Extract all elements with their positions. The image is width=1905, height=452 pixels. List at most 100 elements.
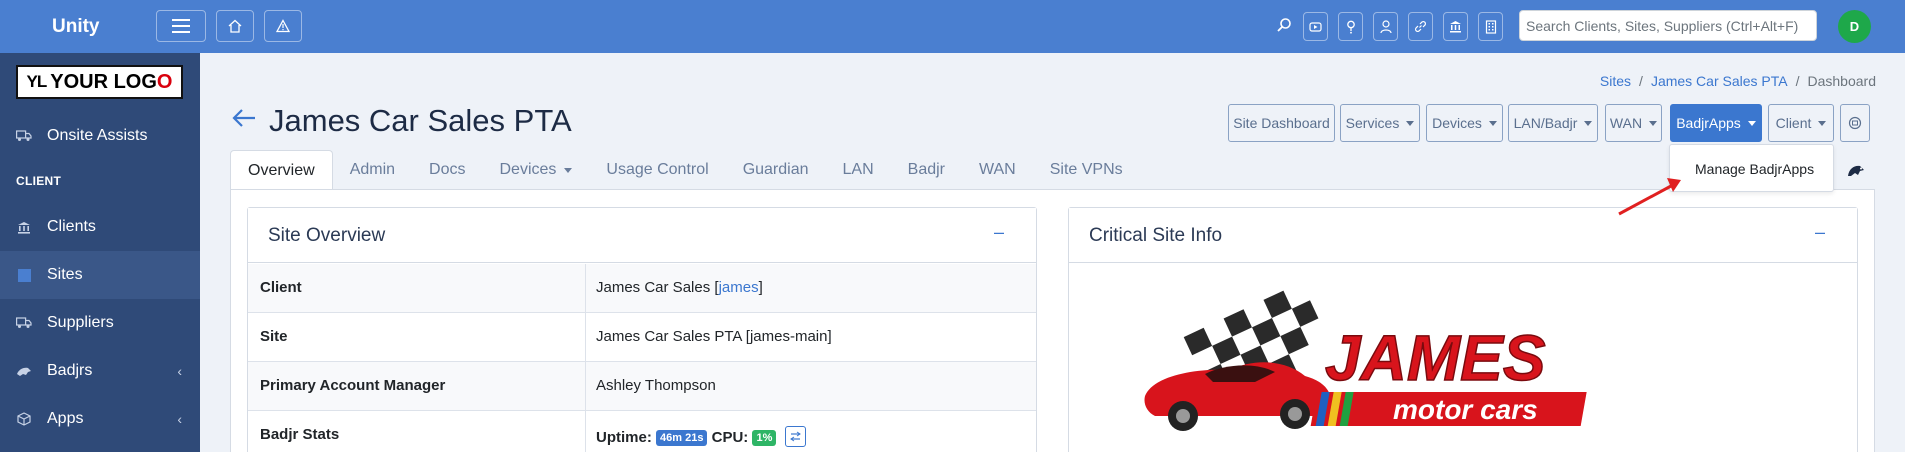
tab-overview[interactable]: Overview [230, 150, 333, 190]
button-label: Devices [1432, 115, 1482, 131]
sidebar-item-suppliers[interactable]: Suppliers [0, 299, 200, 347]
tab-label: Guardian [742, 161, 809, 178]
sidebar-item-clients[interactable]: Clients [0, 203, 200, 251]
print-button[interactable] [1840, 104, 1870, 142]
minimize-button[interactable]: – [994, 222, 1004, 243]
profile-button[interactable] [1373, 12, 1398, 41]
truck-icon [15, 317, 33, 329]
site-tabs: Overview Admin Docs Devices Usage Contro… [230, 150, 1140, 190]
video-button[interactable] [1303, 12, 1328, 41]
breadcrumb-sites[interactable]: Sites [1600, 73, 1631, 89]
home-icon [228, 19, 242, 33]
account-manager-link[interactable]: Ashley Thompson [596, 377, 716, 394]
logo-mark: YL [26, 72, 48, 91]
badjrapps-dropdown-menu: Manage BadjrApps [1669, 144, 1834, 192]
devices-dropdown-button[interactable]: Devices [1426, 104, 1503, 142]
logo-text-accent: O [156, 70, 173, 93]
tab-label: WAN [979, 161, 1016, 178]
site-logo-image: JAMES motor cars [1135, 282, 1615, 448]
logo-wordmark: JAMES [1325, 322, 1546, 394]
logo-subtitle: motor cars [1393, 394, 1538, 425]
printer-icon [1848, 116, 1862, 130]
menu-item-manage-badjrapps[interactable]: Manage BadjrApps [1695, 161, 1814, 177]
breadcrumb-site[interactable]: James Car Sales PTA [1651, 73, 1788, 89]
cpu-badge: 1% [752, 430, 777, 446]
sidebar-item-label: Suppliers [47, 314, 114, 331]
tab-admin[interactable]: Admin [333, 150, 412, 190]
help-button[interactable] [1338, 12, 1363, 41]
client-dropdown-button[interactable]: Client [1768, 104, 1834, 142]
sidebar-item-onsite-assists[interactable]: Onsite Assists [0, 112, 200, 160]
breadcrumb: Sites / James Car Sales PTA / Dashboard [1600, 73, 1876, 89]
cube-icon [15, 412, 33, 426]
wan-dropdown-button[interactable]: WAN [1605, 104, 1662, 142]
menu-toggle-button[interactable] [156, 10, 206, 42]
sidebar: YL YOUR LOG O Onsite Assists CLIENT Clien… [0, 53, 200, 452]
breadcrumb-current: Dashboard [1807, 73, 1877, 89]
sidebar-item-sites[interactable]: Sites [0, 251, 200, 299]
caret-down-icon [1747, 120, 1756, 126]
user-icon [1379, 19, 1392, 33]
breadcrumb-separator: / [1639, 73, 1643, 89]
sidebar-section-heading: CLIENT [16, 174, 62, 188]
tab-wan[interactable]: WAN [962, 150, 1033, 190]
tab-lan[interactable]: LAN [826, 150, 891, 190]
search-toggle[interactable] [1276, 17, 1292, 37]
site-overview-card: Site Overview – Client James Car Sales [… [247, 207, 1037, 452]
button-label: WAN [1609, 115, 1643, 131]
caret-down-icon [1584, 120, 1593, 126]
badger-icon[interactable] [1846, 162, 1866, 182]
button-label: LAN/Badjr [1513, 115, 1578, 131]
row-value: Uptime: 46m 21s CPU: 1% [596, 426, 806, 447]
chevron-left-icon: ‹ [177, 411, 182, 427]
back-button[interactable] [231, 108, 257, 132]
table-row: Badjr Stats Uptime: 46m 21s CPU: 1% [248, 411, 1036, 452]
tab-docs[interactable]: Docs [412, 150, 482, 190]
button-label: Client [1775, 115, 1812, 131]
chevron-left-icon: ‹ [177, 363, 182, 379]
card-header: Site Overview – [248, 208, 1036, 263]
links-button[interactable] [1408, 12, 1433, 41]
lan-badjr-dropdown-button[interactable]: LAN/Badjr [1508, 104, 1598, 142]
tab-usage-control[interactable]: Usage Control [589, 150, 725, 190]
page-title: James Car Sales PTA [269, 103, 572, 138]
global-search-input[interactable] [1519, 10, 1817, 41]
sliders-icon [789, 431, 801, 442]
link-icon [1415, 21, 1426, 32]
institution-button[interactable] [1443, 12, 1468, 41]
stats-toggle-button[interactable] [784, 426, 806, 447]
sidebar-item-badjrs[interactable]: Badjrs ‹ [0, 347, 200, 395]
tab-badjr[interactable]: Badjr [891, 150, 962, 190]
alerts-button[interactable] [264, 10, 302, 42]
top-navbar: Unity D [0, 0, 1905, 53]
building-button[interactable] [1478, 12, 1503, 41]
truck-icon [15, 130, 33, 142]
cpu-label: CPU: [711, 429, 749, 446]
warning-icon [276, 19, 290, 33]
minimize-button[interactable]: – [1815, 222, 1825, 243]
badjrapps-dropdown-button[interactable]: BadjrApps [1670, 104, 1762, 142]
tab-label: Overview [248, 161, 315, 179]
sidebar-item-label: Onsite Assists [47, 127, 148, 144]
tab-devices[interactable]: Devices [483, 150, 590, 190]
site-dashboard-button[interactable]: Site Dashboard [1228, 104, 1335, 142]
annotation-arrow [1615, 178, 1685, 222]
tab-guardian[interactable]: Guardian [726, 150, 826, 190]
company-logo[interactable]: YL YOUR LOG O [16, 65, 183, 99]
user-avatar[interactable]: D [1838, 10, 1871, 43]
sidebar-item-label: Badjrs [47, 362, 93, 379]
tab-site-vpns[interactable]: Site VPNs [1033, 150, 1140, 190]
tab-label: Site VPNs [1049, 161, 1123, 178]
client-name: James Car Sales [596, 279, 711, 296]
breadcrumb-separator: / [1795, 73, 1800, 89]
tab-label: Docs [429, 161, 466, 178]
client-code-link[interactable]: james [719, 279, 759, 296]
card-title: Critical Site Info [1089, 225, 1223, 246]
search-icon [1277, 18, 1291, 32]
services-dropdown-button[interactable]: Services [1340, 104, 1420, 142]
sidebar-item-apps[interactable]: Apps ‹ [0, 395, 200, 443]
home-button[interactable] [216, 10, 254, 42]
card-title: Site Overview [268, 225, 386, 246]
building-icon [15, 268, 33, 282]
row-value: James Car Sales [james] [596, 279, 763, 296]
